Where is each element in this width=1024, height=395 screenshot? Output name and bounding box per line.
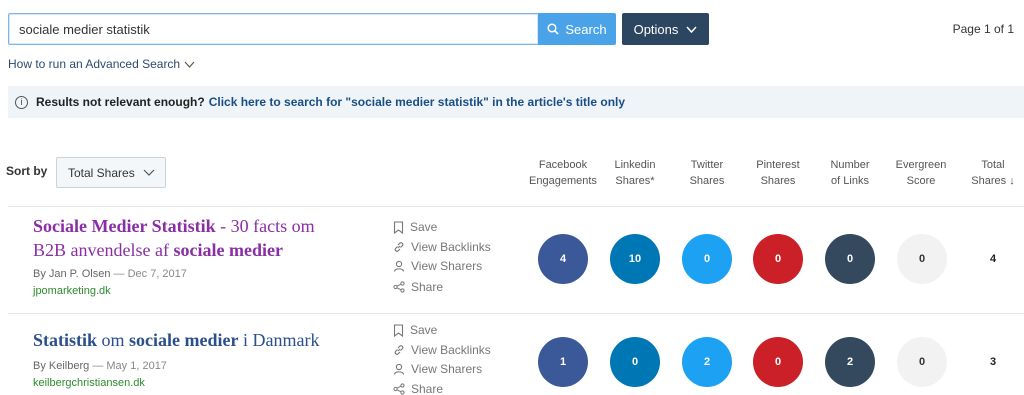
- title-text: i Danmark: [238, 330, 320, 350]
- action-label: View Sharers: [411, 362, 483, 376]
- row-divider: [8, 206, 1024, 207]
- evergreen-score-circle: 0: [897, 234, 947, 284]
- action-label: View Backlinks: [411, 240, 491, 254]
- chevron-down-icon: [184, 61, 195, 68]
- info-icon: i: [15, 95, 28, 109]
- title-text: - 30 facts om: [215, 216, 315, 236]
- result-domain[interactable]: keilbergchristiansen.dk: [33, 377, 145, 389]
- column-header-line: Facebook: [538, 159, 588, 171]
- column-header-line: Shares: [689, 175, 725, 187]
- caret-down-icon: [686, 25, 697, 33]
- total-shares-value: 4: [989, 253, 997, 265]
- action-label: Save: [410, 323, 438, 337]
- link-icon: [394, 242, 404, 252]
- title-highlight: sociale medier: [173, 240, 283, 260]
- facebook-engagements-circle: 4: [538, 234, 588, 284]
- twitter-shares-circle: 0: [682, 234, 732, 284]
- column-header-total[interactable]: Total Shares ↓: [953, 157, 1024, 189]
- number-of-links-circle[interactable]: 2: [825, 337, 875, 387]
- bookmark-icon: [393, 220, 404, 234]
- action-label: View Sharers: [411, 259, 483, 273]
- column-header-line: Shares ↓: [971, 175, 1015, 187]
- search-button[interactable]: Search: [538, 13, 616, 45]
- share-button[interactable]: Share: [393, 382, 443, 395]
- result-domain[interactable]: jpomarketing.dk: [33, 285, 111, 297]
- save-button[interactable]: Save: [393, 220, 437, 234]
- column-header-twitter[interactable]: Twitter Shares: [667, 157, 747, 189]
- linkedin-shares-circle: 0: [610, 337, 660, 387]
- user-icon: [393, 363, 405, 375]
- facebook-engagements-circle: 1: [538, 337, 588, 387]
- view-backlinks-button[interactable]: View Backlinks: [393, 343, 491, 357]
- result-date: May 1, 2017: [106, 360, 167, 372]
- share-icon: [393, 383, 405, 395]
- sort-label: Sort by: [6, 164, 48, 178]
- title-highlight: Sociale Medier Statistik: [33, 216, 216, 236]
- view-backlinks-button[interactable]: View Backlinks: [393, 240, 491, 254]
- row-divider: [8, 313, 1024, 314]
- twitter-shares-circle: 2: [682, 337, 732, 387]
- notice-lead: Results not relevant enough?: [36, 95, 205, 109]
- save-button[interactable]: Save: [393, 323, 437, 337]
- result-date: Dec 7, 2017: [127, 268, 187, 280]
- action-label: Save: [410, 220, 438, 234]
- title-text: B2B anvendelse af: [33, 240, 174, 260]
- search-button-label: Search: [565, 21, 607, 37]
- result-meta: By Keilberg — May 1, 2017: [33, 360, 167, 372]
- chevron-down-icon: [143, 169, 155, 176]
- title-highlight: Statistik: [33, 330, 98, 350]
- title-text: om: [97, 330, 130, 350]
- pagination-label: Page 1 of 1: [952, 22, 1014, 36]
- sort-select[interactable]: Total Shares: [56, 157, 166, 188]
- column-header-line: Linkedin: [614, 159, 656, 171]
- share-icon: [393, 281, 405, 293]
- share-button[interactable]: Share: [393, 280, 443, 294]
- title-highlight: sociale medier: [129, 330, 239, 350]
- column-header-line: Pinterest: [756, 159, 800, 171]
- linkedin-shares-circle: 10: [610, 234, 660, 284]
- advanced-search-label: How to run an Advanced Search: [8, 57, 181, 71]
- column-header-line: Twitter: [690, 159, 724, 171]
- result-author: By Keilberg: [33, 360, 90, 372]
- action-label: Share: [411, 280, 444, 294]
- column-header-line: Total: [981, 159, 1005, 171]
- bookmark-icon: [393, 323, 404, 337]
- total-shares-value: 3: [989, 356, 997, 368]
- user-icon: [393, 260, 405, 272]
- result-meta: By Jan P. Olsen — Dec 7, 2017: [33, 268, 187, 280]
- result-title[interactable]: Statistik om sociale medier i Danmark: [33, 328, 373, 352]
- column-header-evergreen[interactable]: Evergreen Score: [881, 157, 961, 189]
- relevance-notice: i Results not relevant enough? Click her…: [8, 86, 1024, 118]
- action-label: Share: [411, 382, 444, 395]
- column-header-line: of Links: [831, 175, 869, 187]
- column-header-links[interactable]: Number of Links: [810, 157, 890, 189]
- options-button-label: Options: [633, 21, 679, 37]
- column-header-line: Shares: [760, 175, 796, 187]
- column-header-facebook[interactable]: Facebook Engagements: [523, 157, 603, 189]
- view-sharers-button[interactable]: View Sharers: [393, 362, 482, 376]
- view-sharers-button[interactable]: View Sharers: [393, 259, 482, 273]
- action-label: View Backlinks: [411, 343, 491, 357]
- options-button[interactable]: Options: [622, 13, 709, 45]
- evergreen-score-circle: 0: [897, 337, 947, 387]
- search-icon: [547, 23, 559, 35]
- result-title[interactable]: Sociale Medier Statistik - 30 facts om B2…: [33, 214, 363, 262]
- number-of-links-circle[interactable]: 0: [825, 234, 875, 284]
- result-author: By Jan P. Olsen: [33, 268, 111, 280]
- column-header-pinterest[interactable]: Pinterest Shares: [738, 157, 818, 189]
- column-header-line: Engagements: [529, 175, 597, 187]
- pinterest-shares-circle: 0: [753, 337, 803, 387]
- column-header-line: Shares*: [615, 175, 655, 187]
- column-header-line: Score: [906, 175, 936, 187]
- search-input[interactable]: [8, 13, 539, 45]
- pinterest-shares-circle: 0: [753, 234, 803, 284]
- advanced-search-link[interactable]: How to run an Advanced Search: [8, 57, 195, 71]
- column-header-line: Evergreen: [895, 159, 947, 171]
- sort-selected-value: Total Shares: [68, 165, 135, 180]
- link-icon: [394, 345, 404, 355]
- title-search-link[interactable]: Click here to search for "sociale medier…: [209, 95, 625, 109]
- column-header-line: Number: [830, 159, 870, 171]
- column-header-linkedin[interactable]: Linkedin Shares*: [595, 157, 675, 189]
